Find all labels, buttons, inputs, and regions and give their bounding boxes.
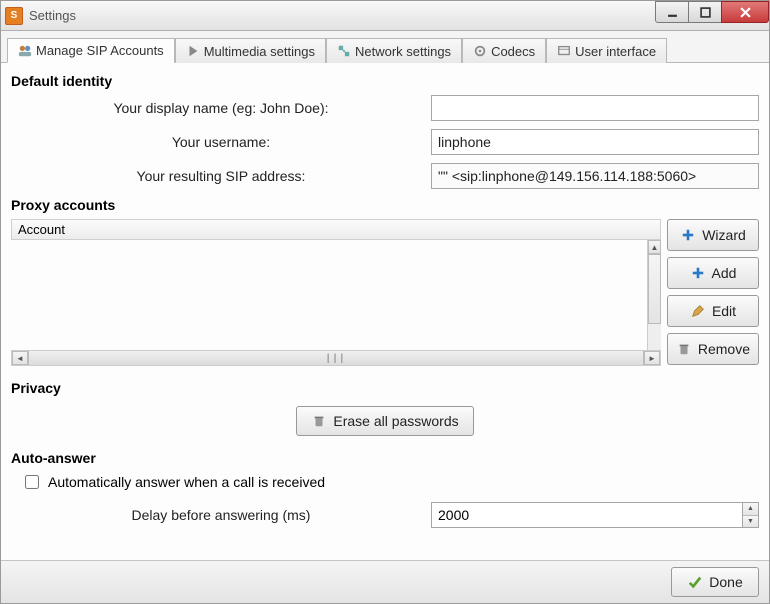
trash-icon <box>311 413 327 429</box>
maximize-button[interactable] <box>688 1 722 23</box>
auto-answer-checkbox-row[interactable]: Automatically answer when a call is rece… <box>21 472 759 492</box>
accounts-list[interactable]: ▲ <box>11 240 661 350</box>
trash-icon <box>676 341 692 357</box>
app-icon: S <box>5 7 23 25</box>
pencil-icon <box>690 303 706 319</box>
remove-button[interactable]: Remove <box>667 333 759 365</box>
button-label: Remove <box>698 341 750 357</box>
username-label: Your username: <box>11 134 431 150</box>
network-icon <box>337 44 351 58</box>
proxy-area: Account ▲ ◄ ┃┃┃ ► Wizard <box>11 219 759 366</box>
vertical-scrollbar[interactable]: ▲ <box>647 240 661 350</box>
plus-icon <box>690 265 706 281</box>
button-label: Erase all passwords <box>333 413 458 429</box>
button-label: Wizard <box>702 227 746 243</box>
display-name-label: Your display name (eg: John Doe): <box>11 100 431 116</box>
edit-button[interactable]: Edit <box>667 295 759 327</box>
wizard-button[interactable]: Wizard <box>667 219 759 251</box>
button-label: Edit <box>712 303 736 319</box>
erase-passwords-button[interactable]: Erase all passwords <box>296 406 473 436</box>
button-label: Add <box>712 265 737 281</box>
tab-user-interface[interactable]: User interface <box>546 38 667 63</box>
checkbox-label: Automatically answer when a call is rece… <box>48 474 325 490</box>
tab-content: Default identity Your display name (eg: … <box>1 63 769 560</box>
close-button[interactable] <box>721 1 769 23</box>
scroll-left-arrow-icon[interactable]: ◄ <box>12 351 28 365</box>
scroll-right-arrow-icon[interactable]: ► <box>644 351 660 365</box>
section-privacy: Privacy <box>11 380 759 396</box>
tab-label: Multimedia settings <box>204 44 315 59</box>
hscroll-thumb[interactable]: ┃┃┃ <box>28 351 644 365</box>
scroll-thumb[interactable] <box>648 254 661 324</box>
dialog-footer: Done <box>1 560 769 603</box>
tab-bar: Manage SIP Accounts Multimedia settings … <box>1 31 769 63</box>
proxy-buttons: Wizard Add Edit Remove <box>667 219 759 366</box>
sip-address-label: Your resulting SIP address: <box>11 168 431 184</box>
done-button[interactable]: Done <box>671 567 759 597</box>
check-icon <box>687 574 703 590</box>
play-icon <box>186 44 200 58</box>
scroll-up-arrow-icon[interactable]: ▲ <box>648 240 661 254</box>
delay-spinner: ▲ ▼ <box>431 502 759 528</box>
section-default-identity: Default identity <box>11 73 759 89</box>
tab-codecs[interactable]: Codecs <box>462 38 546 63</box>
spin-down-button[interactable]: ▼ <box>743 516 758 528</box>
window-title: Settings <box>29 8 76 23</box>
tab-manage-sip-accounts[interactable]: Manage SIP Accounts <box>7 38 175 63</box>
plus-icon <box>680 227 696 243</box>
settings-window: S Settings Manage SIP Accounts Mul <box>0 0 770 604</box>
button-label: Done <box>709 574 742 590</box>
users-icon <box>18 44 32 58</box>
sip-address-output <box>431 163 759 189</box>
display-name-input[interactable] <box>431 95 759 121</box>
window-controls <box>656 1 769 23</box>
add-button[interactable]: Add <box>667 257 759 289</box>
ui-icon <box>557 44 571 58</box>
delay-input[interactable] <box>431 502 743 528</box>
tab-multimedia-settings[interactable]: Multimedia settings <box>175 38 326 63</box>
tab-network-settings[interactable]: Network settings <box>326 38 462 63</box>
section-auto-answer: Auto-answer <box>11 450 759 466</box>
spin-up-button[interactable]: ▲ <box>743 503 758 516</box>
auto-answer-checkbox[interactable] <box>25 475 39 489</box>
tab-label: User interface <box>575 44 656 59</box>
section-proxy-accounts: Proxy accounts <box>11 197 759 213</box>
tab-label: Codecs <box>491 44 535 59</box>
accounts-list-panel: Account ▲ ◄ ┃┃┃ ► <box>11 219 661 366</box>
tab-label: Manage SIP Accounts <box>36 43 164 58</box>
horizontal-scrollbar[interactable]: ◄ ┃┃┃ ► <box>11 350 661 366</box>
tab-label: Network settings <box>355 44 451 59</box>
accounts-column-header[interactable]: Account <box>11 219 661 240</box>
username-input[interactable] <box>431 129 759 155</box>
codec-icon <box>473 44 487 58</box>
minimize-button[interactable] <box>655 1 689 23</box>
delay-label: Delay before answering (ms) <box>11 507 431 523</box>
titlebar: S Settings <box>1 1 769 31</box>
